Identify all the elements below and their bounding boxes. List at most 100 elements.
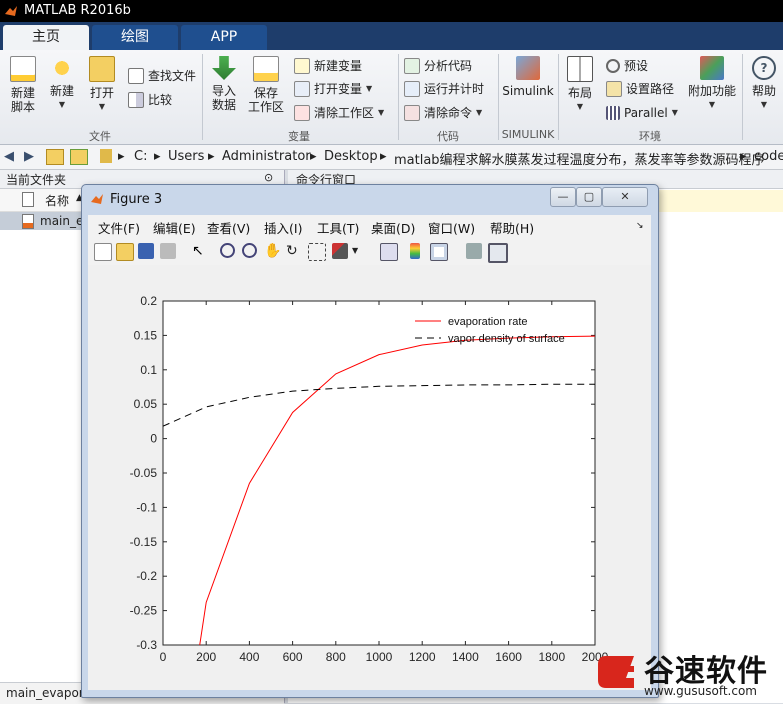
back-arrow-icon[interactable]: ◀ — [4, 149, 14, 164]
tab-plots[interactable]: 绘图 — [92, 25, 178, 50]
run-time-icon — [404, 81, 420, 97]
browse-folder-icon[interactable] — [70, 149, 88, 165]
pan-hand-icon[interactable]: ✋ — [264, 243, 281, 259]
panel-menu-icon[interactable]: ⊙ — [264, 171, 273, 184]
figure-toolbar: ↖ ✋ ↻ ▼ — [88, 237, 651, 266]
new-script-icon — [10, 56, 36, 82]
x-tick-label: 1200 — [409, 650, 436, 664]
pointer-icon[interactable]: ↖ — [192, 243, 208, 259]
simulink-button[interactable]: Simulink — [502, 56, 554, 98]
run-and-time-button[interactable]: 运行并计时 — [404, 80, 484, 98]
print-icon[interactable] — [160, 243, 176, 259]
compare-button[interactable]: 比较 — [128, 91, 172, 109]
close-button[interactable]: ✕ — [602, 187, 648, 207]
path-segment[interactable]: Desktop — [324, 149, 378, 164]
analyze-code-button[interactable]: 分析代码 — [404, 57, 472, 75]
help-button[interactable]: ? 帮助 ▼ — [746, 56, 782, 112]
new-button[interactable]: 新建 ▼ — [44, 56, 80, 112]
x-tick-label: 800 — [326, 650, 346, 664]
rotate-icon[interactable]: ↻ — [286, 243, 302, 259]
new-variable-button[interactable]: 新建变量 — [294, 57, 362, 75]
parallel-button[interactable]: Parallel ▼ — [606, 104, 678, 122]
chart[interactable]: 0 200 400 600 800 1000 1200 1400 1600 1800 20000.2… — [88, 265, 651, 690]
tab-home[interactable]: 主页 — [3, 25, 89, 50]
data-cursor-icon[interactable] — [308, 243, 326, 261]
legend-label: evaporation rate — [448, 316, 528, 328]
figure-window[interactable]: Figure 3 — ▢ ✕ 文件(F) 编辑(E) 查看(V) 插入(I) 工… — [81, 184, 659, 698]
open-variable-button[interactable]: 打开变量 ▼ — [294, 80, 372, 98]
menu-edit[interactable]: 编辑(E) — [153, 218, 196, 237]
group-label-file: 文件 — [89, 130, 111, 143]
clear-workspace-button[interactable]: 清除工作区 ▼ — [294, 104, 384, 122]
path-segment[interactable]: C: — [134, 149, 147, 164]
add-ons-button[interactable]: 附加功能 ▼ — [688, 56, 736, 112]
path-segment[interactable]: Administrator — [222, 149, 311, 164]
layout-icon — [567, 56, 593, 82]
gear-icon — [606, 59, 620, 73]
menu-help[interactable]: 帮助(H) — [490, 218, 534, 237]
x-tick-label: 200 — [196, 650, 216, 664]
column-name-label: 名称 — [45, 194, 70, 208]
brush-dropdown-icon[interactable]: ▼ — [352, 243, 368, 259]
y-tick-label: -0.25 — [130, 604, 158, 618]
layout-button[interactable]: 布局 ▼ — [562, 56, 598, 114]
hide-plot-tools-icon[interactable] — [466, 243, 482, 259]
colorbar-icon[interactable] — [410, 243, 420, 259]
new-script-button[interactable]: 新建 脚本 — [4, 56, 42, 114]
help-icon: ? — [752, 56, 776, 80]
preferences-button[interactable]: 预设 — [606, 57, 648, 75]
menu-tools[interactable]: 工具(T) — [317, 218, 359, 237]
menu-insert[interactable]: 插入(I) — [264, 218, 302, 237]
open-file-icon[interactable] — [116, 243, 134, 261]
x-tick-label: 0 — [160, 650, 167, 664]
menu-window[interactable]: 窗口(W) — [428, 218, 475, 237]
open-button[interactable]: 打开 ▼ — [84, 56, 120, 114]
zoom-in-icon[interactable] — [220, 243, 235, 258]
import-icon — [212, 56, 236, 80]
new-figure-icon[interactable] — [94, 243, 112, 261]
matlab-logo-icon — [91, 194, 103, 204]
menu-view[interactable]: 查看(V) — [207, 218, 250, 237]
path-segment[interactable]: matlab编程求解水膜蒸发过程温度分布，蒸发率等参数源码程序 — [394, 149, 765, 168]
minimize-button[interactable]: — — [550, 187, 576, 207]
save-workspace-button[interactable]: 保存 工作区 — [246, 56, 286, 114]
group-label-code: 代码 — [437, 130, 459, 143]
dock-arrow-icon[interactable]: ↘ — [636, 221, 644, 231]
import-data-button[interactable]: 导入 数据 — [206, 56, 242, 112]
forward-arrow-icon[interactable]: ▶ — [24, 149, 34, 164]
x-tick-label: 1800 — [538, 650, 565, 664]
set-path-button[interactable]: 设置路径 — [606, 80, 674, 98]
new-plus-icon — [50, 56, 74, 80]
current-folder-address-bar[interactable]: ◀ ▶ ▸ C: ▸ Users ▸ Administrator ▸ Deskt… — [0, 145, 783, 170]
new-variable-icon — [294, 58, 310, 74]
menu-desktop[interactable]: 桌面(D) — [371, 218, 415, 237]
menu-file[interactable]: 文件(F) — [98, 218, 140, 237]
clear-commands-button[interactable]: 清除命令 ▼ — [404, 104, 482, 122]
gusu-logo-icon — [598, 656, 634, 688]
maximize-button[interactable]: ▢ — [576, 187, 602, 207]
clear-workspace-icon — [294, 105, 310, 121]
plot-area — [162, 300, 596, 646]
new-dropdown-icon: ▼ — [58, 100, 66, 109]
link-plot-icon[interactable] — [380, 243, 398, 261]
path-separator: ▸ — [154, 149, 161, 164]
parallel-dropdown-icon: ▼ — [671, 108, 678, 117]
clear-commands-dropdown-icon: ▼ — [476, 108, 483, 117]
figure-title-bar[interactable]: Figure 3 — ▢ ✕ — [82, 185, 658, 213]
path-segment[interactable]: Users — [168, 149, 204, 164]
up-folder-icon[interactable] — [46, 149, 64, 165]
path-segment[interactable]: code — [754, 149, 783, 164]
find-files-button[interactable]: 查找文件 — [128, 67, 196, 85]
show-plot-tools-icon[interactable] — [488, 243, 508, 263]
open-dropdown-icon: ▼ — [98, 102, 106, 111]
tab-apps[interactable]: APP — [181, 25, 267, 50]
zoom-out-icon[interactable] — [242, 243, 257, 258]
layout-dropdown-icon: ▼ — [576, 102, 584, 111]
selected-file-name: main_evapora — [6, 686, 92, 700]
brush-icon[interactable] — [332, 243, 348, 259]
clear-commands-icon — [404, 105, 420, 121]
x-tick-label: 1000 — [366, 650, 393, 664]
legend-icon[interactable] — [430, 243, 448, 261]
save-icon[interactable] — [138, 243, 154, 259]
group-label-simulink: SIMULINK — [501, 128, 555, 141]
